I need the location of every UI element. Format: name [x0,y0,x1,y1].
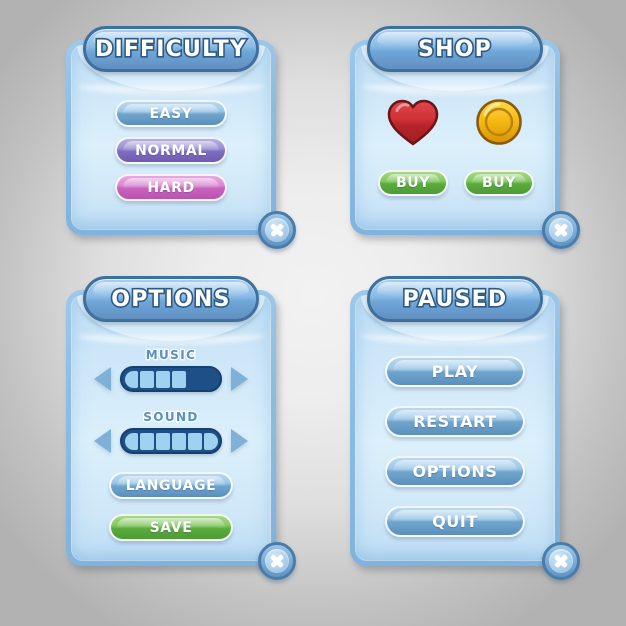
slider-label-music: MUSIC [144,347,197,364]
close-icon [265,549,289,573]
button-label: RESTART [412,411,498,433]
slider-sound: SOUND [66,409,276,454]
slider-segment [172,432,186,450]
slider-segment [188,371,201,388]
button-label: LANGUAGE [124,476,217,495]
close-button-difficulty[interactable] [258,211,296,249]
panel-content: OPTIONS MUSIC SOUND LANGUAGE SAVE [66,276,276,566]
button-label: BUY [395,174,431,193]
slider-decrease-music[interactable] [94,367,111,391]
paused-button-restart[interactable]: RESTART [385,406,525,437]
options-button-save[interactable]: SAVE [109,514,233,541]
panel-content: SHOP BUY BUY [350,26,560,235]
slider-segment [172,370,186,388]
paused-button-quit[interactable]: QUIT [385,506,525,537]
slider-segment [204,432,218,450]
close-button-paused[interactable] [542,542,580,580]
button-label: OPTIONS [411,461,498,483]
slider-track-music[interactable] [120,366,222,392]
close-icon [549,218,573,242]
close-button-shop[interactable] [542,211,580,249]
slider-decrease-sound[interactable] [94,429,111,453]
panel-title-label: DIFFICULTY [93,35,247,63]
slider-segment [140,432,154,450]
difficulty-button-normal[interactable]: NORMAL [115,137,227,164]
close-button-options[interactable] [258,542,296,580]
button-label: EASY [148,104,193,123]
button-label: NORMAL [134,141,208,160]
coin-icon [476,99,522,145]
shop-buy-button-heart[interactable]: BUY [378,170,448,196]
slider-segment [124,432,138,450]
close-icon [265,218,289,242]
slider-segment [188,432,202,450]
difficulty-button-hard[interactable]: HARD [115,174,227,201]
slider-track-sound[interactable] [120,428,222,454]
slider-segment [140,370,154,388]
slider-segment [124,370,138,388]
slider-segment [156,432,170,450]
slider-increase-music[interactable] [231,367,248,391]
slider-music: MUSIC [66,347,276,392]
panel-title-label: PAUSED [401,285,508,313]
shop-item-coin [462,98,536,146]
slider-segment [156,370,170,388]
slider-label-sound: SOUND [142,409,199,426]
close-icon [549,549,573,573]
button-label: BUY [481,174,517,193]
panel-title-label: SHOP [416,35,492,63]
button-label: PLAY [430,361,479,383]
panel-title-paused: PAUSED [367,276,543,322]
game-ui-panel-set: DIFFICULTY EASY NORMAL HARD SHOP BUY BUY… [0,0,626,626]
heart-icon [387,99,439,146]
options-button-language[interactable]: LANGUAGE [109,472,233,499]
panel-title-options: OPTIONS [83,276,259,322]
slider-increase-sound[interactable] [231,429,248,453]
panel-title-label: OPTIONS [110,285,231,313]
panel-paused: PAUSED PLAY RESTART OPTIONS QUIT [350,276,580,580]
panel-content: DIFFICULTY EASY NORMAL HARD [66,26,276,235]
panel-title-difficulty: DIFFICULTY [83,26,259,72]
difficulty-button-easy[interactable]: EASY [115,100,227,127]
button-label: HARD [146,178,195,197]
shop-buy-button-coin[interactable]: BUY [464,170,534,196]
button-label: SAVE [148,518,193,537]
panel-title-shop: SHOP [367,26,543,72]
panel-difficulty: DIFFICULTY EASY NORMAL HARD [66,26,296,249]
button-label: QUIT [431,511,479,533]
paused-button-play[interactable]: PLAY [385,356,525,387]
panel-options: OPTIONS MUSIC SOUND LANGUAGE SAVE [66,276,296,580]
slider-segment [204,371,217,388]
shop-item-heart [376,98,450,146]
panel-content: PAUSED PLAY RESTART OPTIONS QUIT [350,276,560,566]
paused-button-options[interactable]: OPTIONS [385,456,525,487]
panel-shop: SHOP BUY BUY [350,26,580,249]
